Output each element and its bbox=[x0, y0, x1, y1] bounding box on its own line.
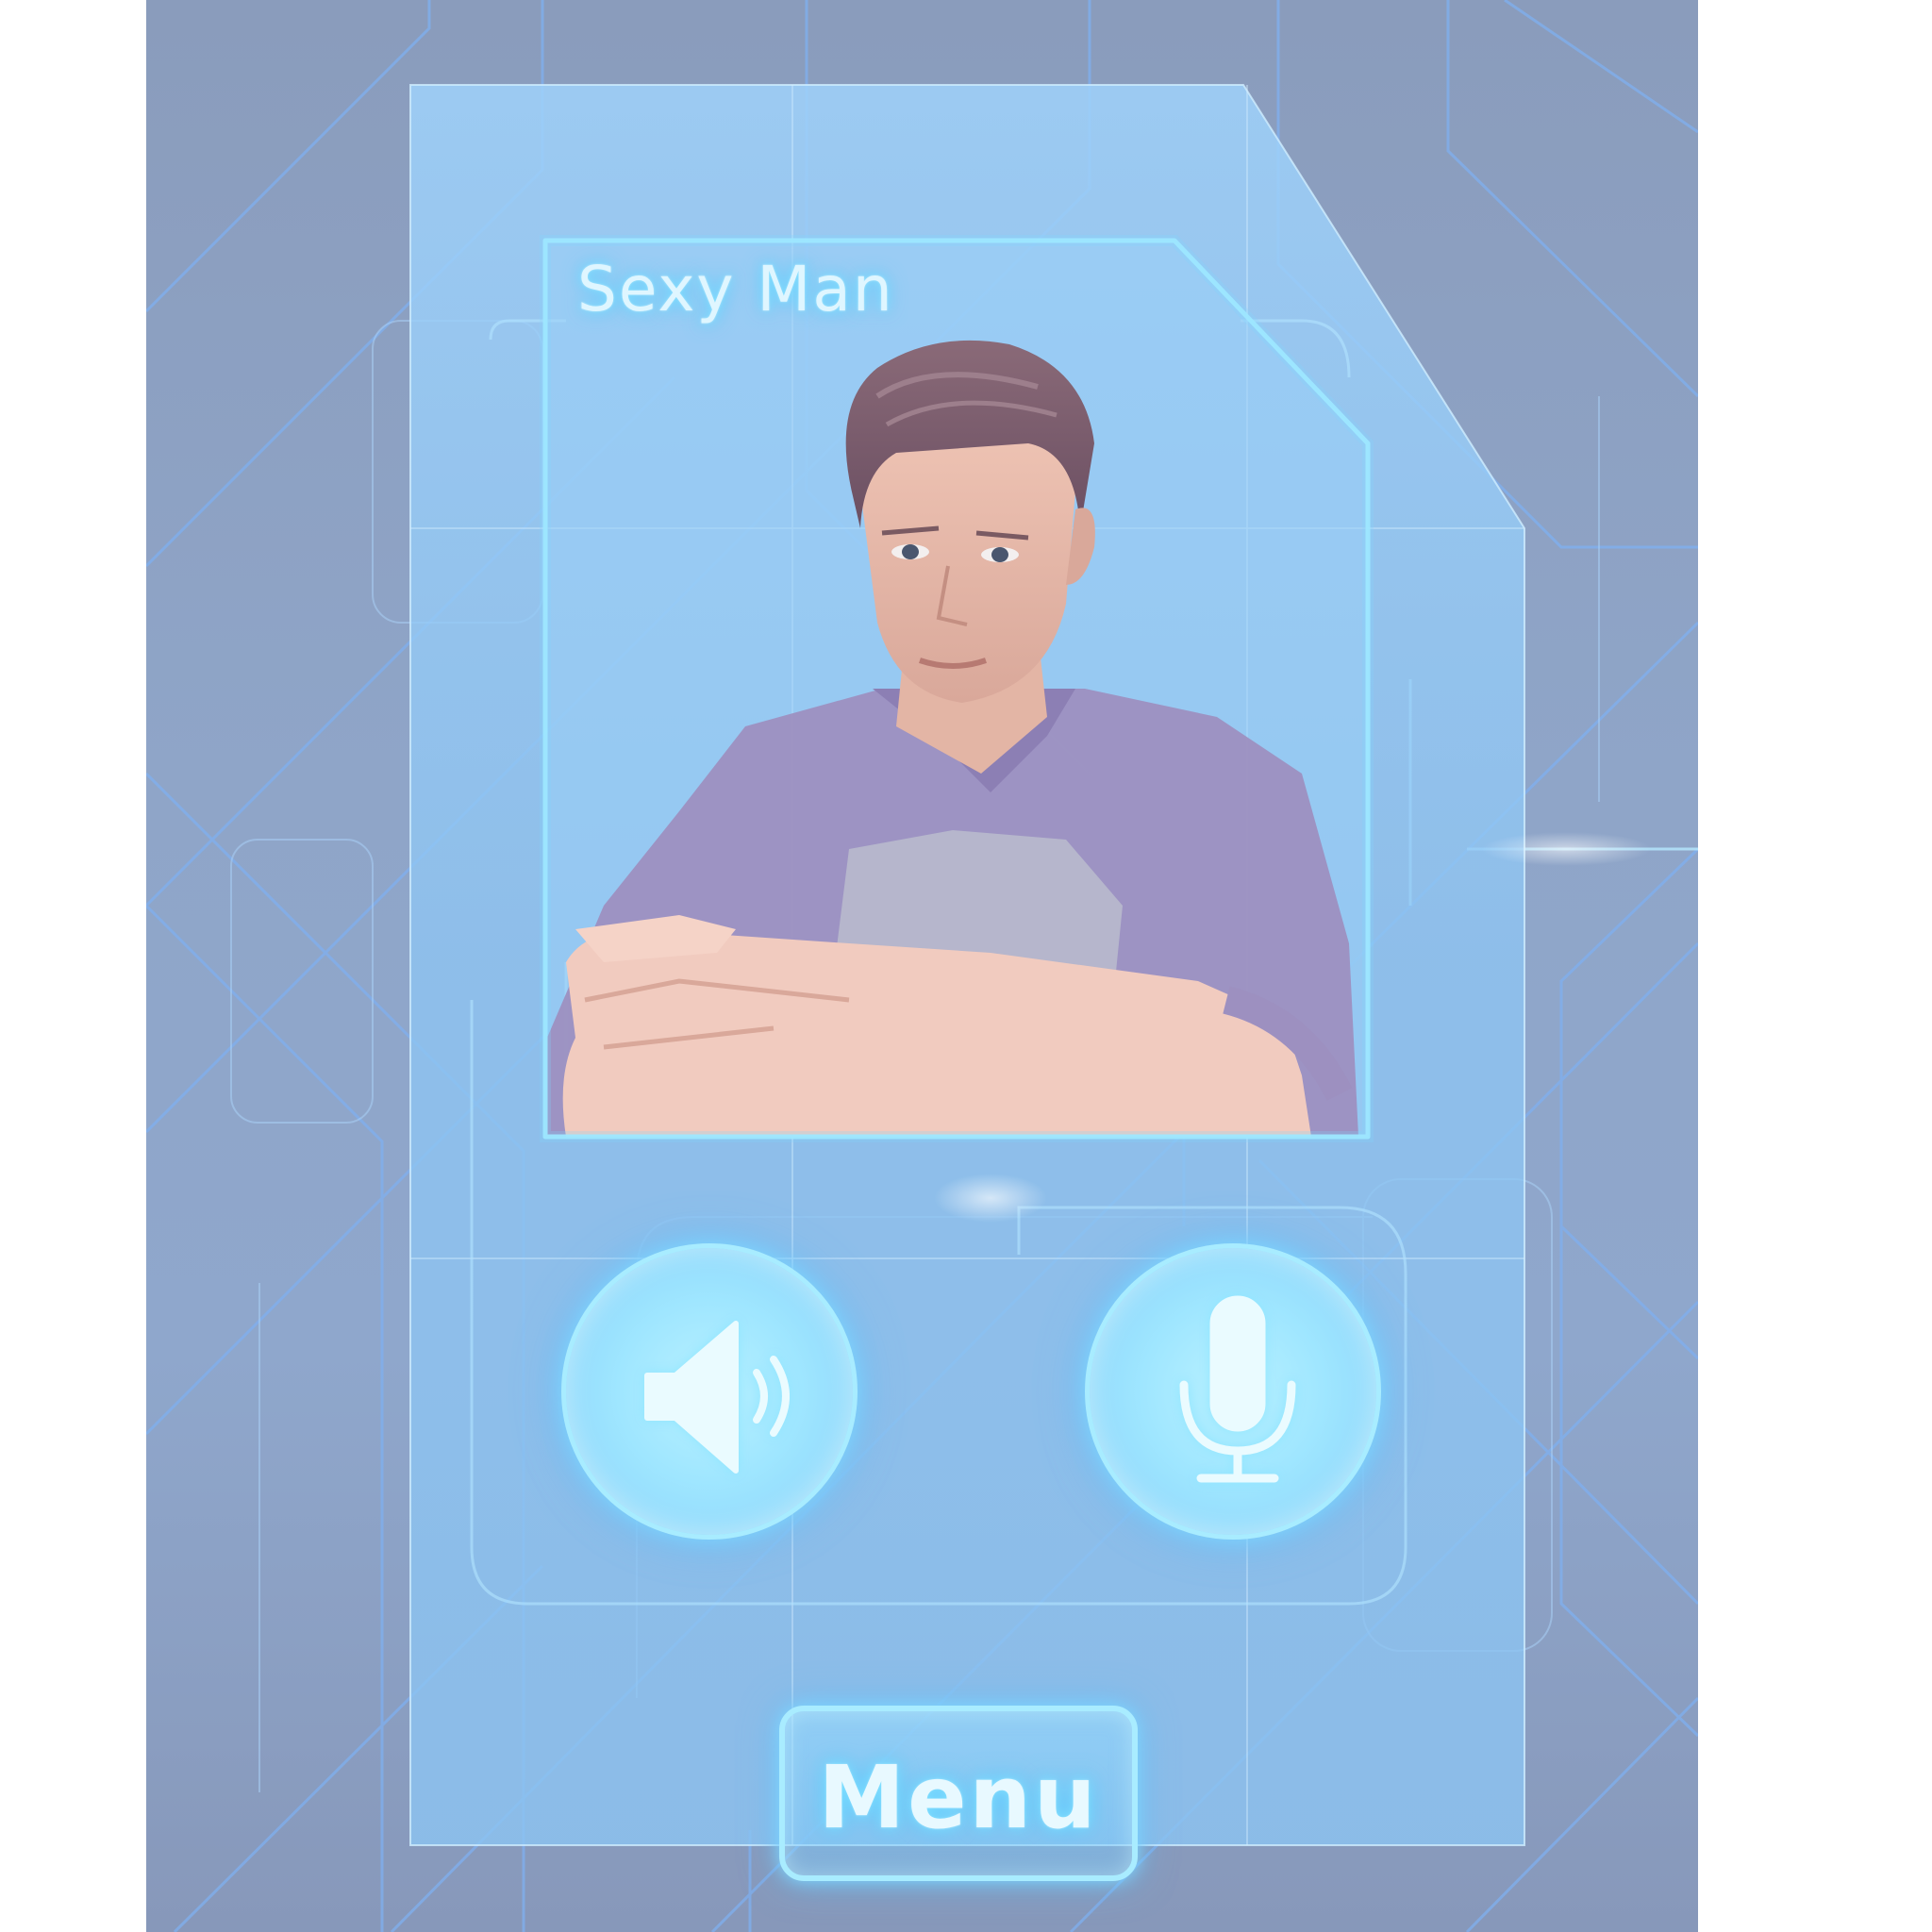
menu-button-label: Menu bbox=[818, 1747, 1099, 1848]
microphone-button[interactable] bbox=[1085, 1243, 1381, 1540]
menu-button[interactable]: Menu bbox=[779, 1706, 1138, 1881]
game-screen: Sexy Man Menu bbox=[0, 0, 1932, 1932]
speaker-button[interactable] bbox=[561, 1243, 858, 1540]
speaker-icon bbox=[644, 1321, 790, 1474]
microphone-icon bbox=[1179, 1295, 1296, 1483]
character-name: Sexy Man bbox=[577, 253, 894, 325]
hologram-panel bbox=[409, 84, 1651, 1846]
